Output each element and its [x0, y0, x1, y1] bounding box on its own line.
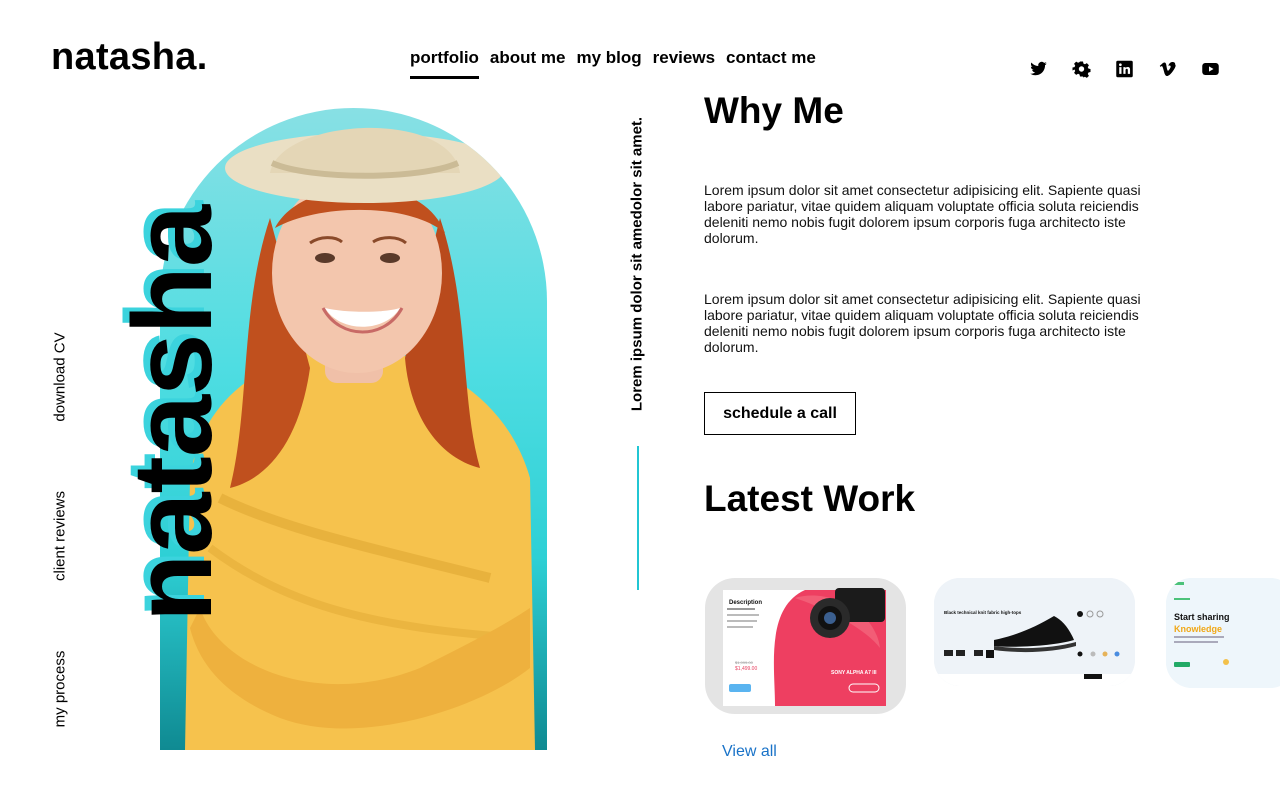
linkedin-icon[interactable] — [1115, 60, 1134, 78]
site-logo[interactable]: natasha. — [51, 36, 208, 79]
latest-work-heading: Latest Work — [704, 478, 916, 519]
card3-highlight: Knowledge — [1174, 624, 1222, 634]
camera-shop-thumbnail: Description $1,999.00 $1,499.00 SONY ALP… — [723, 588, 886, 706]
hero-big-name-text: natasha — [110, 205, 235, 623]
download-cv-label[interactable]: download CV — [52, 332, 69, 421]
twitter-icon[interactable] — [1029, 60, 1048, 78]
card1-price: $1,499.00 — [735, 666, 757, 672]
sneaker-shop-thumbnail: Black technical knit fabric high-tops — [934, 578, 1135, 686]
work-card-camera[interactable]: Description $1,999.00 $1,499.00 SONY ALP… — [705, 578, 906, 714]
vimeo-icon[interactable] — [1158, 60, 1177, 78]
why-me-heading: Why Me — [704, 90, 844, 131]
view-all-link[interactable]: View all — [722, 743, 777, 761]
nav-reviews[interactable]: reviews — [653, 48, 715, 79]
gear-icon[interactable] — [1072, 60, 1091, 78]
nav-about-me[interactable]: about me — [490, 48, 566, 79]
social-links — [1029, 60, 1220, 78]
nav-portfolio[interactable]: portfolio — [410, 48, 479, 79]
why-me-paragraph-2: Lorem ipsum dolor sit amet consectetur a… — [704, 291, 1141, 355]
card1-old-price: $1,999.00 — [735, 660, 754, 665]
card2-heading: Black technical knit fabric high-tops — [944, 610, 1022, 615]
work-card-sneaker[interactable]: Black technical knit fabric high-tops — [934, 578, 1135, 686]
main-nav: portfolio about me my blog reviews conta… — [410, 48, 816, 79]
work-card-knowledge[interactable]: Start sharing Knowledge — [1166, 578, 1280, 688]
nav-contact-me[interactable]: contact me — [726, 48, 816, 79]
client-reviews-label[interactable]: client reviews — [52, 491, 69, 581]
nav-my-blog[interactable]: my blog — [576, 48, 641, 79]
my-process-label[interactable]: my process — [52, 651, 69, 728]
card1-product: SONY ALPHA A7 III — [831, 670, 877, 676]
youtube-icon[interactable] — [1201, 60, 1220, 78]
card1-heading: Description — [729, 600, 762, 606]
why-me-paragraph-1: Lorem ipsum dolor sit amet consectetur a… — [704, 182, 1141, 246]
knowledge-site-thumbnail: Start sharing Knowledge — [1166, 578, 1280, 688]
vertical-tagline-text: Lorem ipsum dolor sit amedolor sit amet. — [628, 116, 646, 412]
accent-divider — [637, 446, 639, 590]
card3-heading: Start sharing — [1174, 612, 1230, 622]
schedule-call-button[interactable]: schedule a call — [704, 392, 856, 435]
